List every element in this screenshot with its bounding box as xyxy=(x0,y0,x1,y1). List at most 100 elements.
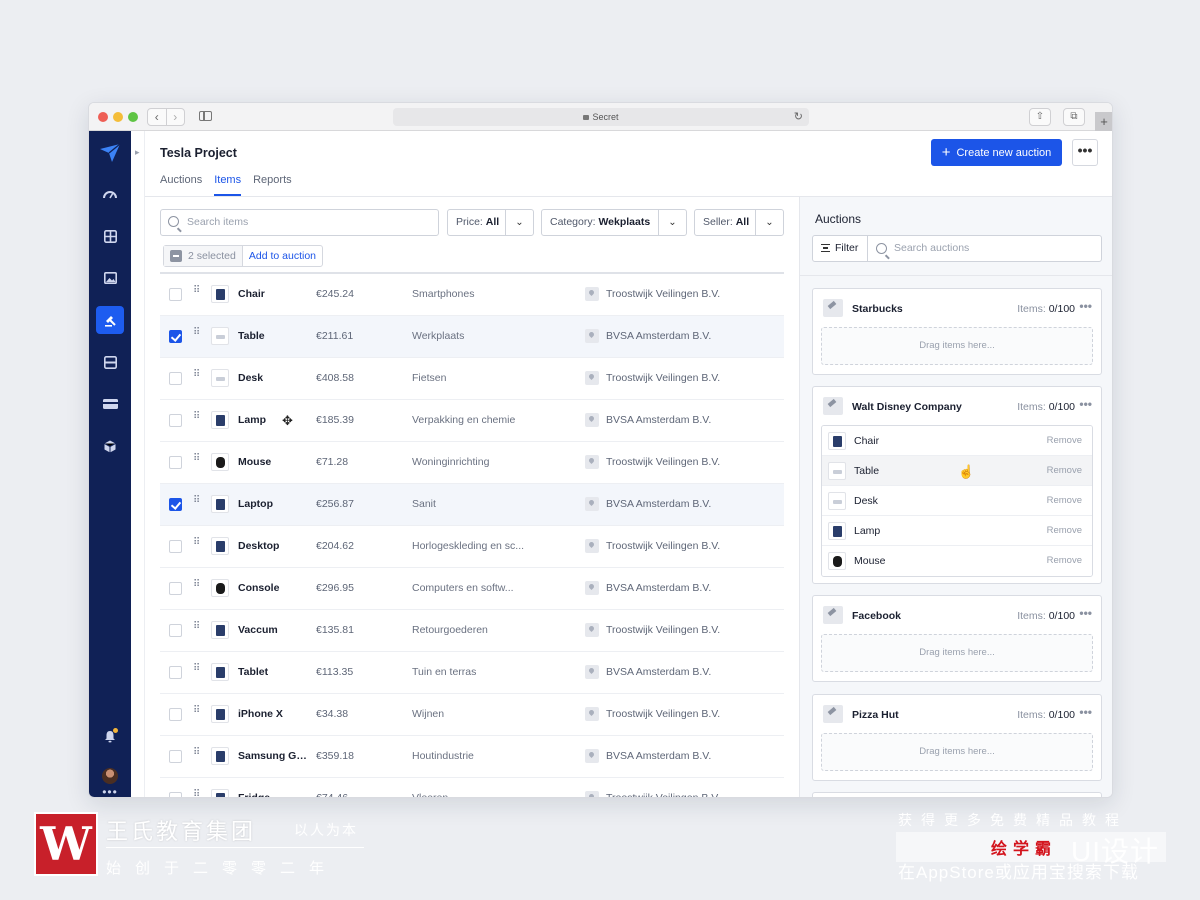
remove-button[interactable]: Remove xyxy=(1047,555,1082,566)
item-name[interactable]: Console xyxy=(238,582,310,594)
table-row[interactable]: ⠿ Lamp €185.39 Verpakking en chemie BVSA Ams… xyxy=(160,400,784,442)
price-filter[interactable]: Price: All ⌄ xyxy=(447,209,534,236)
drag-handle-icon[interactable]: ⠿ xyxy=(193,664,200,674)
drop-zone[interactable]: Drag items here... xyxy=(821,733,1093,771)
sidebar-toggle-icon[interactable] xyxy=(199,111,212,121)
drop-zone[interactable]: Drag items here... xyxy=(821,327,1093,365)
auction-card-starbucks[interactable]: Starbucks Items: 0/100 ••• Drag items he… xyxy=(812,288,1102,375)
item-name[interactable]: Laptop xyxy=(238,498,310,510)
grid-icon[interactable] xyxy=(96,222,124,250)
auction-item[interactable]: Table Remove ☝ xyxy=(822,456,1092,486)
drag-handle-icon[interactable]: ⠿ xyxy=(193,538,200,548)
auction-card-partial[interactable] xyxy=(812,792,1102,797)
item-name[interactable]: Fridge xyxy=(238,792,310,797)
item-name[interactable]: Desktop xyxy=(238,540,310,552)
table-row[interactable]: ⠿ iPhone X €34.38 Wijnen Troostwijk Veilinge… xyxy=(160,694,784,736)
table-row[interactable]: ⠿ Desktop €204.62 Horlogeskleding en sc... T… xyxy=(160,526,784,568)
drag-handle-icon[interactable]: ⠿ xyxy=(193,496,200,506)
table-row[interactable]: ⠿ Mouse €71.28 Woninginrichting Troostwijk V… xyxy=(160,442,784,484)
address-bar[interactable]: Secret ↻ xyxy=(393,108,809,126)
category-filter[interactable]: Category: Wekplaats ⌄ xyxy=(541,209,687,236)
row-checkbox[interactable] xyxy=(169,414,182,427)
auction-card-facebook[interactable]: Facebook Items: 0/100 ••• Drag items her… xyxy=(812,595,1102,682)
item-name[interactable]: Tablet xyxy=(238,666,310,678)
tab-auctions[interactable]: Auctions xyxy=(160,174,202,196)
deselect-all-button[interactable]: 2 selected xyxy=(164,246,242,266)
gavel-icon[interactable] xyxy=(96,306,124,334)
search-auctions-input[interactable]: Search auctions xyxy=(868,236,969,261)
item-name[interactable]: Lamp xyxy=(238,414,310,426)
bell-icon[interactable] xyxy=(96,722,124,750)
drag-handle-icon[interactable]: ⠿ xyxy=(193,370,200,380)
auction-card-walt-disney[interactable]: Walt Disney Company Items: 0/100 ••• Cha… xyxy=(812,386,1102,584)
logo-icon[interactable] xyxy=(96,139,124,167)
drop-zone[interactable]: Drag items here... xyxy=(821,634,1093,672)
box-icon[interactable] xyxy=(96,432,124,460)
image-icon[interactable] xyxy=(96,264,124,292)
new-tab-button[interactable]: + xyxy=(1095,112,1112,131)
reload-icon[interactable]: ↻ xyxy=(794,108,803,126)
auction-card-pizza-hut[interactable]: Pizza Hut Items: 0/100 ••• Drag items he… xyxy=(812,694,1102,781)
remove-button[interactable]: Remove xyxy=(1047,435,1082,446)
drag-handle-icon[interactable]: ⠿ xyxy=(193,286,200,296)
auction-more-icon[interactable]: ••• xyxy=(1079,606,1092,620)
auction-item[interactable]: Lamp Remove xyxy=(822,516,1092,546)
header-more-button[interactable]: ••• xyxy=(1072,139,1098,166)
minimize-window-button[interactable] xyxy=(113,112,123,122)
row-checkbox[interactable] xyxy=(169,288,182,301)
row-checkbox[interactable] xyxy=(169,498,182,511)
search-items-input[interactable]: Search items xyxy=(160,209,439,236)
auction-more-icon[interactable]: ••• xyxy=(1079,397,1092,411)
row-checkbox[interactable] xyxy=(169,624,182,637)
auction-more-icon[interactable]: ••• xyxy=(1079,705,1092,719)
maximize-window-button[interactable] xyxy=(128,112,138,122)
tab-reports[interactable]: Reports xyxy=(253,174,292,196)
drag-handle-icon[interactable]: ⠿ xyxy=(193,328,200,338)
row-checkbox[interactable] xyxy=(169,330,182,343)
row-checkbox[interactable] xyxy=(169,792,182,797)
seller-filter[interactable]: Seller: All ⌄ xyxy=(694,209,784,236)
rail-more-icon[interactable]: ••• xyxy=(89,785,131,797)
auction-more-icon[interactable]: ••• xyxy=(1079,299,1092,313)
table-row[interactable]: ⠿ Laptop €256.87 Sanit BVSA Amsterdam B.V. xyxy=(160,484,784,526)
remove-button[interactable]: Remove xyxy=(1047,495,1082,506)
tabs-overview-button[interactable]: ⧉ xyxy=(1063,108,1085,126)
table-row[interactable]: ⠿ Vaccum €135.81 Retourgoederen Troostwijk V… xyxy=(160,610,784,652)
dashboard-icon[interactable] xyxy=(96,180,124,208)
row-checkbox[interactable] xyxy=(169,708,182,721)
add-to-auction-button[interactable]: Add to auction xyxy=(241,246,322,266)
card-icon[interactable] xyxy=(96,390,124,418)
item-name[interactable]: Vaccum xyxy=(238,624,310,636)
share-button[interactable]: ⇧ xyxy=(1029,108,1051,126)
row-checkbox[interactable] xyxy=(169,582,182,595)
row-checkbox[interactable] xyxy=(169,372,182,385)
row-checkbox[interactable] xyxy=(169,540,182,553)
auction-item[interactable]: Mouse Remove xyxy=(822,546,1092,576)
item-name[interactable]: Table xyxy=(238,330,310,342)
forward-button[interactable]: › xyxy=(165,109,185,125)
row-checkbox[interactable] xyxy=(169,666,182,679)
row-checkbox[interactable] xyxy=(169,456,182,469)
auction-item[interactable]: Chair Remove xyxy=(822,426,1092,456)
item-name[interactable]: Chair xyxy=(238,288,310,300)
table-row[interactable]: ⠿ Console €296.95 Computers en softw... BVSA… xyxy=(160,568,784,610)
row-checkbox[interactable] xyxy=(169,750,182,763)
tab-items[interactable]: Items xyxy=(214,174,242,196)
remove-button[interactable]: Remove xyxy=(1047,465,1082,476)
table-row[interactable]: ⠿ Table €211.61 Werkplaats BVSA Amsterdam B.… xyxy=(160,316,784,358)
drag-handle-icon[interactable]: ⠿ xyxy=(193,748,200,758)
inbox-icon[interactable] xyxy=(96,348,124,376)
drag-handle-icon[interactable]: ⠿ xyxy=(193,622,200,632)
table-row[interactable]: ⠿ Samsung Ga... €359.18 Houtindustrie BVSA A… xyxy=(160,736,784,778)
table-row[interactable]: ⠿ Chair €245.24 Smartphones Troostwijk Veili… xyxy=(160,274,784,316)
create-auction-button[interactable]: + Create new auction xyxy=(931,139,1062,166)
drag-handle-icon[interactable]: ⠿ xyxy=(193,580,200,590)
auction-item[interactable]: Desk Remove xyxy=(822,486,1092,516)
drag-handle-icon[interactable]: ⠿ xyxy=(193,454,200,464)
drag-handle-icon[interactable]: ⠿ xyxy=(193,706,200,716)
table-row[interactable]: ⠿ Desk €408.58 Fietsen Troostwijk Veilingen … xyxy=(160,358,784,400)
item-name[interactable]: Mouse xyxy=(238,456,310,468)
back-button[interactable]: ‹ xyxy=(148,109,166,125)
drag-handle-icon[interactable]: ⠿ xyxy=(193,412,200,422)
table-row[interactable]: ⠿ Fridge €74.46 Vloeren Troostwijk Veilingen… xyxy=(160,778,784,797)
